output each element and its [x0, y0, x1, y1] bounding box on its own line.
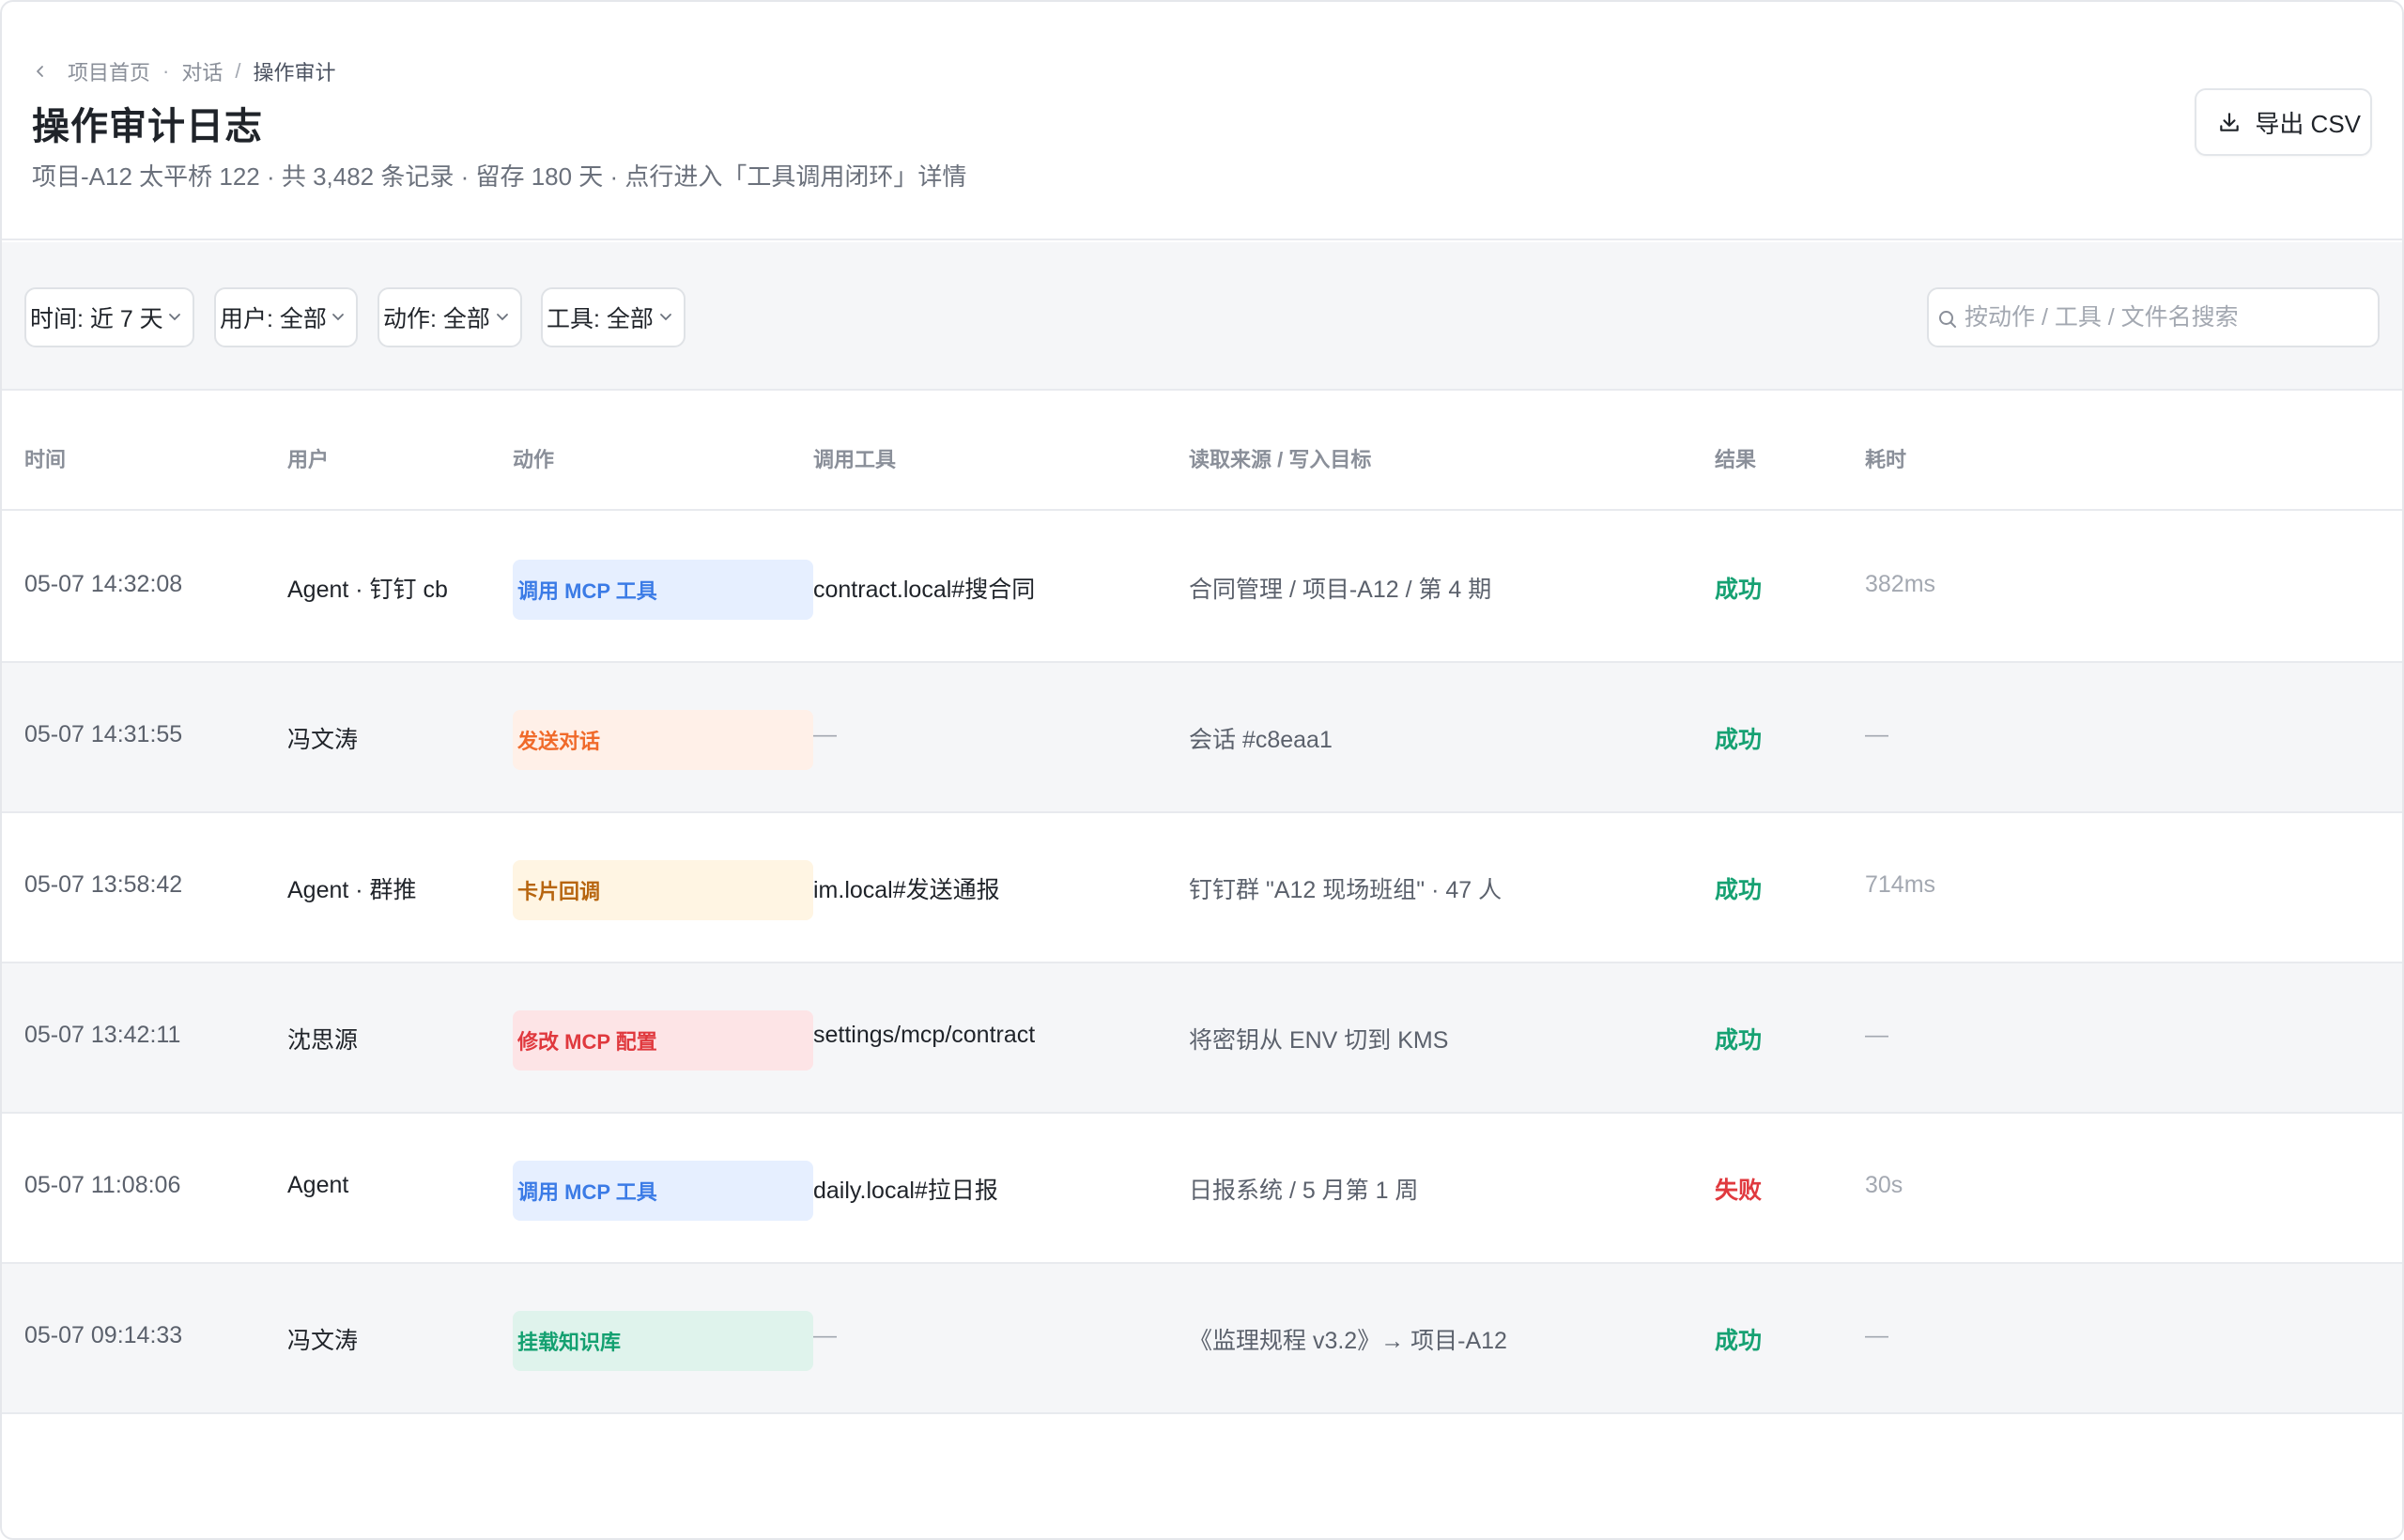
- cell-result: 失败: [1715, 1178, 1763, 1204]
- tool-filter-label: 工具: 全部: [547, 306, 654, 332]
- cell-duration: 382ms: [1865, 571, 1936, 597]
- cell-time: 05-07 09:14:33: [24, 1322, 183, 1348]
- page-subtitle: 项目-A12 太平桥 122 · 共 3,482 条记录 · 留存 180 天 …: [32, 162, 967, 191]
- action-badge: 发送对话: [513, 710, 813, 770]
- table-row[interactable]: 05-07 13:42:11 沈思源 修改 MCP 配置 settings/mc…: [2, 963, 2402, 1114]
- chevron-left-icon[interactable]: [34, 65, 47, 78]
- column-header-tool: 调用工具: [813, 448, 897, 471]
- cell-tool: contract.local#搜合同: [813, 577, 1036, 603]
- export-csv-label: 导出 CSV: [2255, 109, 2361, 138]
- cell-time: 05-07 14:31:55: [24, 721, 183, 747]
- column-header-action: 动作: [513, 448, 555, 471]
- action-badge: 挂载知识库: [513, 1311, 813, 1371]
- search-box: [1927, 287, 2380, 347]
- cell-tool: daily.local#拉日报: [813, 1178, 998, 1204]
- cell-duration: —: [1865, 1322, 1888, 1348]
- cell-source-target: 《监理规程 v3.2》→ 项目-A12: [1189, 1328, 1507, 1354]
- column-header-time: 时间: [24, 448, 67, 471]
- cell-tool: —: [813, 721, 837, 747]
- tool-filter-dropdown[interactable]: 工具: 全部: [541, 287, 686, 347]
- cell-user: 冯文涛: [287, 727, 359, 753]
- page-title: 操作审计日志: [32, 106, 263, 147]
- action-badge: 调用 MCP 工具: [513, 560, 813, 620]
- cell-tool: im.local#发送通报: [813, 877, 1000, 903]
- cell-result: 成功: [1715, 877, 1763, 903]
- cell-duration: —: [1865, 721, 1888, 747]
- cell-time: 05-07 13:42:11: [24, 1022, 181, 1048]
- user-filter-dropdown[interactable]: 用户: 全部: [214, 287, 358, 347]
- column-header-duration: 耗时: [1865, 448, 1907, 471]
- cell-duration: 714ms: [1865, 871, 1936, 898]
- column-header-result: 结果: [1715, 448, 1757, 471]
- chevron-down-icon: [660, 314, 671, 321]
- download-icon: [2220, 113, 2240, 131]
- cell-user: 冯文涛: [287, 1328, 359, 1354]
- breadcrumb-separator: /: [235, 59, 241, 83]
- filter-bar: 时间: 近 7 天 用户: 全部 动作: 全部 工具: 全部: [2, 242, 2402, 391]
- table-row[interactable]: 05-07 14:32:08 Agent · 钉钉 cb 调用 MCP 工具 c…: [2, 513, 2402, 663]
- table-row[interactable]: 05-07 13:58:42 Agent · 群推 卡片回调 im.local#…: [2, 813, 2402, 963]
- table-header: 时间 用户 动作 调用工具 读取来源 / 写入目标 结果 耗时: [2, 393, 2402, 511]
- cell-user: 沈思源: [287, 1027, 359, 1054]
- cell-result: 成功: [1715, 727, 1763, 753]
- table-row[interactable]: 05-07 14:31:55 冯文涛 发送对话 — 会话 #c8eaa1 成功 …: [2, 663, 2402, 813]
- breadcrumb-item-project-home[interactable]: 项目首页: [68, 56, 150, 86]
- cell-time: 05-07 14:32:08: [24, 571, 183, 597]
- action-filter-label: 动作: 全部: [383, 306, 490, 332]
- action-badge: 卡片回调: [513, 860, 813, 920]
- cell-time: 05-07 13:58:42: [24, 871, 183, 898]
- cell-user: Agent · 群推: [287, 877, 417, 903]
- cell-tool: settings/mcp/contract: [813, 1022, 1036, 1048]
- action-filter-dropdown[interactable]: 动作: 全部: [378, 287, 522, 347]
- breadcrumb-item-current: 操作审计: [253, 61, 336, 85]
- cell-result: 成功: [1715, 1328, 1763, 1354]
- breadcrumb-item-chat[interactable]: 对话: [181, 56, 223, 86]
- time-filter-label: 时间: 近 7 天: [30, 306, 163, 332]
- breadcrumb-separator: ·: [162, 59, 170, 83]
- user-filter-label: 用户: 全部: [220, 306, 327, 332]
- cell-source-target: 合同管理 / 项目-A12 / 第 4 期: [1189, 577, 1492, 603]
- chevron-down-icon: [169, 314, 180, 321]
- cell-source-target: 会话 #c8eaa1: [1189, 727, 1333, 753]
- cell-time: 05-07 11:08:06: [24, 1172, 181, 1198]
- chevron-down-icon: [332, 314, 344, 321]
- cell-result: 成功: [1715, 577, 1763, 603]
- cell-source-target: 将密钥从 ENV 切到 KMS: [1189, 1027, 1449, 1054]
- chevron-down-icon: [497, 314, 508, 321]
- cell-source-target: 钉钉群 "A12 现场班组" · 47 人: [1189, 877, 1502, 903]
- search-input[interactable]: [1965, 297, 2368, 338]
- breadcrumb: 项目首页 · 对话 / 操作审计: [34, 56, 336, 86]
- cell-duration: —: [1865, 1022, 1888, 1048]
- action-badge: 修改 MCP 配置: [513, 1010, 813, 1070]
- cell-source-target: 日报系统 / 5 月第 1 周: [1189, 1178, 1419, 1204]
- cell-tool: —: [813, 1322, 837, 1348]
- audit-log-page: 项目首页 · 对话 / 操作审计 操作审计日志 项目-A12 太平桥 122 ·…: [0, 0, 2404, 1540]
- column-header-source-target: 读取来源 / 写入目标: [1189, 448, 1372, 471]
- cell-duration: 30s: [1865, 1172, 1903, 1198]
- table-row[interactable]: 05-07 11:08:06 Agent 调用 MCP 工具 daily.loc…: [2, 1114, 2402, 1264]
- cell-user: Agent: [287, 1172, 349, 1198]
- search-icon: [1939, 311, 1956, 328]
- export-csv-button[interactable]: 导出 CSV: [2195, 88, 2372, 156]
- table-row[interactable]: 05-07 09:14:33 冯文涛 挂载知识库 — 《监理规程 v3.2》→ …: [2, 1264, 2402, 1414]
- page-header: 项目首页 · 对话 / 操作审计 操作审计日志 项目-A12 太平桥 122 ·…: [2, 2, 2402, 240]
- action-badge: 调用 MCP 工具: [513, 1161, 813, 1221]
- cell-result: 成功: [1715, 1027, 1763, 1054]
- time-filter-dropdown[interactable]: 时间: 近 7 天: [24, 287, 194, 347]
- cell-user: Agent · 钉钉 cb: [287, 577, 448, 603]
- column-header-user: 用户: [287, 448, 330, 471]
